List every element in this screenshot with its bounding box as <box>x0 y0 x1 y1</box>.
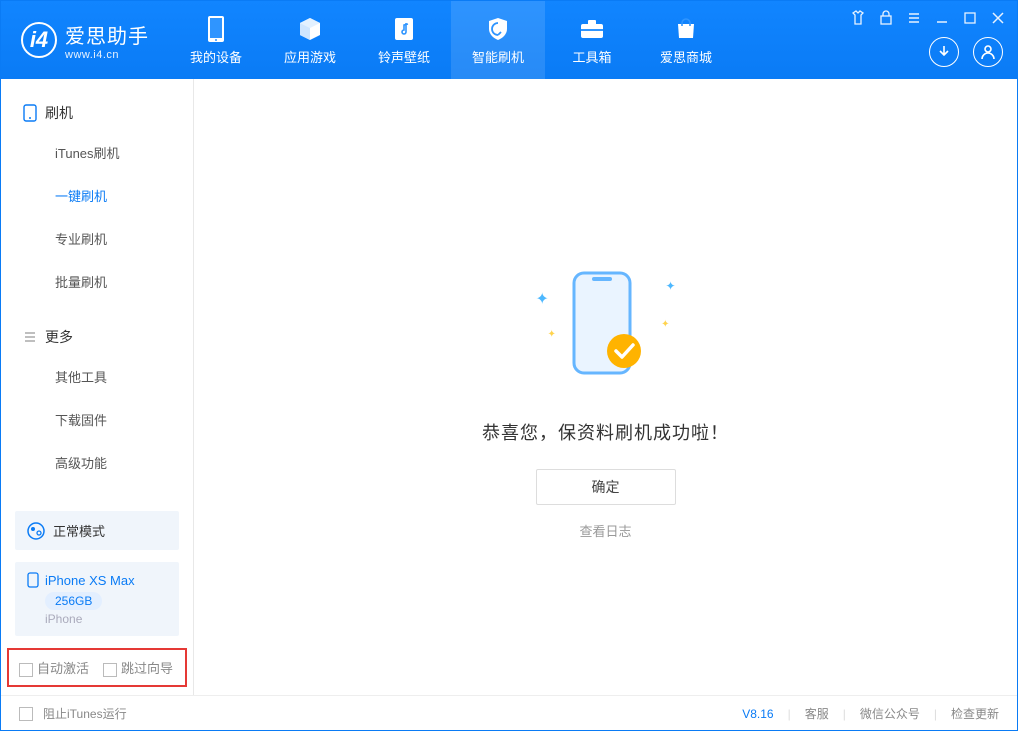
tab-store[interactable]: 爱思商城 <box>639 1 733 79</box>
section-label: 刷机 <box>45 103 73 123</box>
window-controls <box>849 9 1007 27</box>
music-icon <box>390 15 418 43</box>
list-icon <box>23 330 37 344</box>
app-logo: i4 爱思助手 www.i4.cn <box>1 20 169 61</box>
app-url: www.i4.cn <box>65 49 149 61</box>
app-name: 爱思助手 <box>65 20 149 49</box>
auto-activate-checkbox[interactable]: 自动激活 <box>19 658 89 677</box>
logo-icon: i4 <box>21 22 57 58</box>
shield-icon <box>484 15 512 43</box>
tab-toolbox[interactable]: 工具箱 <box>545 1 639 79</box>
wechat-link[interactable]: 微信公众号 <box>860 705 920 722</box>
sidebar: 刷机 iTunes刷机 一键刷机 专业刷机 批量刷机 更多 其他工具 下载固件 … <box>1 79 194 695</box>
tab-label: 爱思商城 <box>660 47 712 66</box>
tab-smart-flash[interactable]: 智能刷机 <box>451 1 545 79</box>
sidebar-section-more: 更多 <box>1 319 193 355</box>
device-name-label: iPhone XS Max <box>45 573 135 588</box>
phone-icon <box>23 104 37 122</box>
sparkle-icon: ✦ <box>548 329 556 340</box>
check-update-link[interactable]: 检查更新 <box>951 705 999 722</box>
tab-ringtones[interactable]: 铃声壁纸 <box>357 1 451 79</box>
success-illustration: ✦ ✦ ✦ ✦ <box>566 269 646 379</box>
bag-icon <box>672 15 700 43</box>
nav-tabs: 我的设备 应用游戏 铃声壁纸 智能刷机 工具箱 爱思商城 <box>169 1 733 79</box>
section-label: 更多 <box>45 327 73 347</box>
version-label: V8.16 <box>742 707 773 721</box>
header-actions <box>929 37 1003 67</box>
tab-label: 铃声壁纸 <box>378 47 430 66</box>
success-message: 恭喜您，保资料刷机成功啦！ <box>482 419 729 445</box>
lock-icon[interactable] <box>877 9 895 27</box>
support-link[interactable]: 客服 <box>805 705 829 722</box>
user-icon[interactable] <box>973 37 1003 67</box>
ok-button[interactable]: 确定 <box>536 469 676 505</box>
tab-label: 我的设备 <box>190 47 242 66</box>
close-icon[interactable] <box>989 9 1007 27</box>
menu-icon[interactable] <box>905 9 923 27</box>
device-icon <box>27 572 39 588</box>
minimize-icon[interactable] <box>933 9 951 27</box>
phone-icon <box>566 269 646 379</box>
sidebar-item-advanced[interactable]: 高级功能 <box>1 441 193 484</box>
device-info[interactable]: iPhone XS Max 256GB iPhone <box>15 562 179 636</box>
mode-label: 正常模式 <box>53 521 105 540</box>
sparkle-icon: ✦ <box>665 279 675 293</box>
shirt-icon[interactable] <box>849 9 867 27</box>
device-mode[interactable]: 正常模式 <box>15 511 179 550</box>
storage-badge: 256GB <box>45 592 102 610</box>
sidebar-item-other-tools[interactable]: 其他工具 <box>1 355 193 398</box>
options-callout: 自动激活 跳过向导 <box>7 648 187 687</box>
sparkle-icon: ✦ <box>661 319 669 330</box>
tab-label: 应用游戏 <box>284 47 336 66</box>
tab-label: 智能刷机 <box>472 47 524 66</box>
tab-apps-games[interactable]: 应用游戏 <box>263 1 357 79</box>
skip-guide-checkbox[interactable]: 跳过向导 <box>103 658 173 677</box>
device-type: iPhone <box>45 612 167 626</box>
sidebar-item-firmware[interactable]: 下载固件 <box>1 398 193 441</box>
sidebar-item-batch-flash[interactable]: 批量刷机 <box>1 260 193 303</box>
tab-my-device[interactable]: 我的设备 <box>169 1 263 79</box>
mode-icon <box>27 522 45 540</box>
maximize-icon[interactable] <box>961 9 979 27</box>
device-icon <box>202 15 230 43</box>
sidebar-section-flash: 刷机 <box>1 95 193 131</box>
sidebar-item-pro-flash[interactable]: 专业刷机 <box>1 217 193 260</box>
main-content: ✦ ✦ ✦ ✦ 恭喜您，保资料刷机成功啦！ 确定 查看日志 <box>194 79 1017 695</box>
view-log-link[interactable]: 查看日志 <box>579 521 631 540</box>
sidebar-item-onekey-flash[interactable]: 一键刷机 <box>1 174 193 217</box>
download-icon[interactable] <box>929 37 959 67</box>
block-itunes-checkbox[interactable]: 阻止iTunes运行 <box>19 705 127 722</box>
status-bar: 阻止iTunes运行 V8.16 | 客服 | 微信公众号 | 检查更新 <box>1 695 1017 731</box>
app-header: i4 爱思助手 www.i4.cn 我的设备 应用游戏 铃声壁纸 智能刷机 工具… <box>1 1 1017 79</box>
tab-label: 工具箱 <box>572 47 611 66</box>
toolbox-icon <box>578 15 606 43</box>
sidebar-item-itunes-flash[interactable]: iTunes刷机 <box>1 131 193 174</box>
app-body: 刷机 iTunes刷机 一键刷机 专业刷机 批量刷机 更多 其他工具 下载固件 … <box>1 79 1017 695</box>
cube-icon <box>296 15 324 43</box>
sparkle-icon: ✦ <box>536 289 549 309</box>
